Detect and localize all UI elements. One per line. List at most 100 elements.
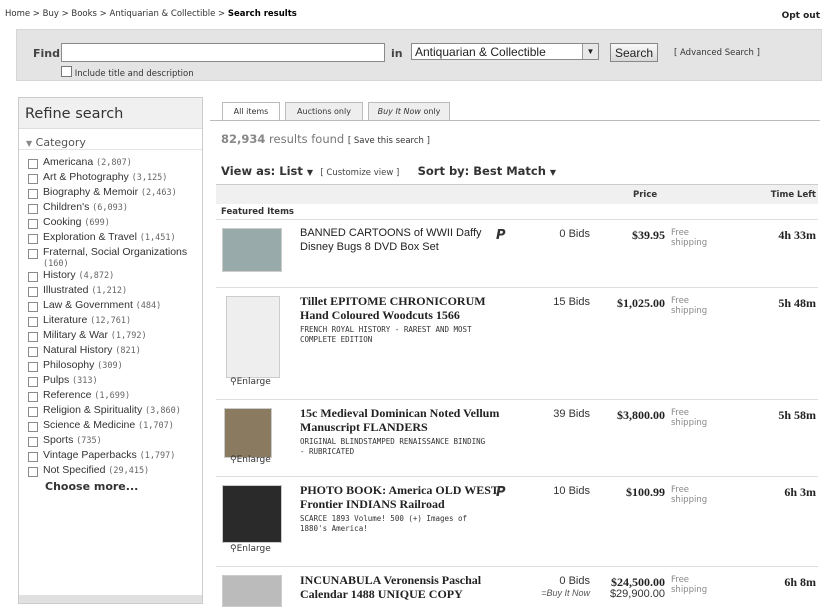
category-checkbox[interactable] — [28, 272, 38, 282]
category-checkbox[interactable] — [28, 452, 38, 462]
enlarge-link[interactable]: ⚲Enlarge — [230, 544, 271, 554]
category-checkbox[interactable] — [28, 392, 38, 402]
breadcrumb-trail[interactable]: Home > Buy > Books > Antiquarian & Colle… — [5, 9, 225, 19]
category-checkbox[interactable] — [28, 174, 38, 184]
item-title-link[interactable]: INCUNABULA Veronensis Paschal Calendar 1… — [300, 573, 500, 601]
sidebar-item-category[interactable]: Literature (12,761) — [28, 314, 202, 329]
bids-count: 15 Bids — [553, 296, 590, 308]
chevron-down-icon[interactable]: ▼ — [582, 44, 598, 59]
category-select[interactable]: Antiquarian & Collectible ▼ — [411, 43, 599, 60]
sidebar-item-category[interactable]: Sports (735) — [28, 434, 202, 449]
sidebar-item-category[interactable]: Philosophy (309) — [28, 359, 202, 374]
sidebar-item-category[interactable]: Art & Photography (3,125) — [28, 171, 202, 186]
results-count: 82,934 — [221, 132, 266, 146]
tab-label: All items — [233, 107, 269, 116]
category-checkbox[interactable] — [28, 287, 38, 297]
category-text: Cooking (699) — [43, 216, 110, 228]
table-row: ⚲Enlarge PHOTO BOOK: America OLD WEST Fro… — [216, 476, 818, 567]
sidebar-item-category[interactable]: Fraternal, Social Organizations (160) — [28, 246, 202, 269]
view-as-dropdown[interactable]: View as: List ▼ — [221, 164, 313, 178]
item-thumbnail[interactable] — [222, 485, 282, 543]
category-checkbox[interactable] — [28, 189, 38, 199]
tab-all-items[interactable]: All items — [222, 102, 280, 121]
category-checkbox[interactable] — [28, 249, 38, 259]
sidebar-item-category[interactable]: Children's (6,093) — [28, 201, 202, 216]
sidebar-item-category[interactable]: Exploration & Travel (1,451) — [28, 231, 202, 246]
price-header[interactable]: Price — [633, 190, 657, 200]
sidebar-item-category[interactable]: Religion & Spirituality (3,860) — [28, 404, 202, 419]
tab-buy-it-now-only[interactable]: Buy It Now only — [368, 102, 450, 120]
category-checkbox[interactable] — [28, 347, 38, 357]
include-description-checkbox[interactable] — [61, 66, 72, 77]
sidebar-item-category[interactable]: Reference (1,699) — [28, 389, 202, 404]
category-checkbox[interactable] — [28, 467, 38, 477]
item-title-link[interactable]: 15c Medieval Dominican Noted Vellum Manu… — [300, 406, 500, 434]
choose-more-link[interactable]: Choose more... — [28, 480, 202, 493]
category-heading[interactable]: ▼ Category — [19, 129, 202, 150]
paypal-icon: P — [496, 485, 506, 500]
category-checkbox[interactable] — [28, 377, 38, 387]
item-title-link[interactable]: Tillet EPITOME CHRONICORUM Hand Coloured… — [300, 294, 500, 322]
time-left-header[interactable]: Time Left — [771, 190, 816, 200]
view-as-label: View as: List — [221, 164, 303, 178]
shipping-info: Free shipping — [671, 228, 708, 248]
category-name: Science & Medicine — [43, 419, 136, 431]
sidebar-item-category[interactable]: Science & Medicine (1,707) — [28, 419, 202, 434]
enlarge-link[interactable]: ⚲Enlarge — [230, 455, 271, 465]
tab-auctions-only[interactable]: Auctions only — [285, 102, 363, 120]
category-count: (3,860) — [145, 406, 181, 416]
save-search-link[interactable]: [ Save this search ] — [348, 136, 430, 146]
magnifier-icon: ⚲ — [230, 455, 237, 465]
sidebar-item-category[interactable]: Law & Government (484) — [28, 299, 202, 314]
item-title-link[interactable]: PHOTO BOOK: America OLD WEST Frontier IN… — [300, 483, 500, 511]
category-checkbox[interactable] — [28, 234, 38, 244]
opt-out-link[interactable]: Opt out — [782, 11, 820, 21]
category-checkbox[interactable] — [28, 159, 38, 169]
category-count: (1,792) — [110, 331, 147, 341]
sidebar-item-category[interactable]: Military & War (1,792) — [28, 329, 202, 344]
sidebar-item-category[interactable]: Pulps (313) — [28, 374, 202, 389]
customize-view-link[interactable]: [ Customize view ] — [320, 168, 399, 178]
category-checkbox[interactable] — [28, 317, 38, 327]
category-checkbox[interactable] — [28, 407, 38, 417]
sidebar-item-category[interactable]: Vintage Paperbacks (1,797) — [28, 449, 202, 464]
enlarge-link[interactable]: ⚲Enlarge — [230, 377, 271, 387]
sidebar-item-category[interactable]: Americana (2,807) — [28, 156, 202, 171]
include-description-option[interactable]: Include title and description — [61, 66, 194, 79]
category-checkbox[interactable] — [28, 362, 38, 372]
category-name: Exploration & Travel — [43, 231, 137, 243]
category-checkbox[interactable] — [28, 422, 38, 432]
item-thumbnail[interactable] — [226, 296, 280, 378]
category-checkbox[interactable] — [28, 204, 38, 214]
featured-items-label: Featured Items — [221, 207, 294, 217]
item-thumbnail[interactable] — [222, 575, 282, 607]
category-checkbox[interactable] — [28, 332, 38, 342]
sidebar-item-category[interactable]: Natural History (821) — [28, 344, 202, 359]
sidebar-item-category[interactable]: Illustrated (1,212) — [28, 284, 202, 299]
category-checkbox[interactable] — [28, 302, 38, 312]
category-count: (1,451) — [139, 233, 176, 243]
sidebar-item-category[interactable]: Not Specified (29,415) — [28, 464, 202, 479]
category-name: Religion & Spirituality — [43, 404, 143, 416]
sort-by-dropdown[interactable]: Sort by: Best Match ▼ — [418, 164, 556, 178]
chevron-down-icon: ▼ — [306, 168, 314, 177]
item-title-link[interactable]: BANNED CARTOONS of WWII Daffy Disney Bug… — [300, 226, 500, 254]
item-thumbnail[interactable] — [224, 408, 272, 458]
binding-section-header[interactable] — [19, 595, 202, 603]
advanced-search-link[interactable]: [ Advanced Search ] — [674, 48, 760, 58]
sidebar-item-category[interactable]: Cooking (699) — [28, 216, 202, 231]
category-name: Pulps — [43, 374, 70, 386]
table-header: Price Time Left — [216, 185, 818, 204]
sidebar-item-category[interactable]: History (4,872) — [28, 269, 202, 284]
item-price: $3,800.00 — [617, 408, 665, 422]
search-input[interactable] — [61, 43, 385, 62]
time-left: 6h 8m — [784, 575, 816, 589]
item-thumbnail[interactable] — [222, 228, 282, 272]
category-checkbox[interactable] — [28, 437, 38, 447]
category-name: Military & War — [43, 329, 108, 341]
category-count: (2,463) — [140, 188, 177, 198]
sidebar-item-category[interactable]: Biography & Memoir (2,463) — [28, 186, 202, 201]
search-button[interactable]: Search — [610, 43, 658, 62]
category-checkbox[interactable] — [28, 219, 38, 229]
category-count: (1,212) — [91, 286, 128, 296]
